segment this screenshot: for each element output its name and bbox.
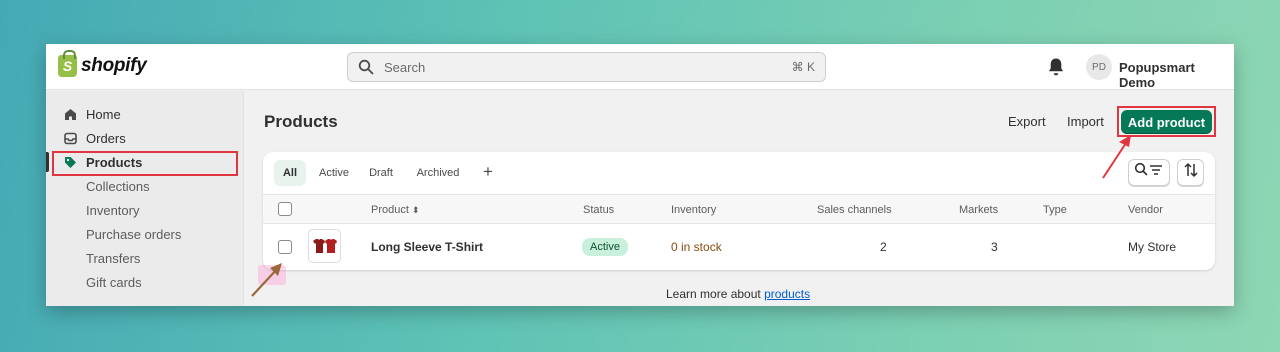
- page-title: Products: [264, 112, 338, 131]
- sidebar-subitem-transfers[interactable]: Transfers: [86, 251, 140, 266]
- learn-more-note: Learn more about products: [666, 287, 810, 301]
- row-checkbox[interactable]: [278, 240, 292, 254]
- sidebar-item-home[interactable]: Home: [64, 104, 121, 124]
- search-icon: [358, 59, 374, 75]
- sort-icon: [1183, 162, 1198, 183]
- column-markets: Markets: [959, 204, 999, 216]
- active-indicator: [46, 152, 49, 172]
- highlight-mark: [258, 265, 286, 285]
- column-status: Status: [583, 204, 615, 216]
- tab-archived[interactable]: Archived: [413, 160, 463, 186]
- column-sales-channels: Sales channels: [817, 204, 892, 216]
- product-thumbnail: [308, 229, 341, 263]
- avatar[interactable]: PD: [1086, 54, 1112, 80]
- sales-channels-value: 2: [880, 240, 887, 254]
- select-all-checkbox[interactable]: [278, 202, 292, 216]
- products-highlight-box: [52, 151, 238, 176]
- search-bar[interactable]: Search ⌘ K: [347, 52, 826, 82]
- markets-value: 3: [991, 240, 998, 254]
- inventory-value: 0 in stock: [671, 240, 722, 254]
- shopify-admin-window: S shopify Search ⌘ K PD Popupsmart Demo …: [46, 44, 1234, 306]
- home-icon: [64, 108, 77, 121]
- table-header: Product ⬍ Status Inventory Sales channel…: [263, 194, 1215, 224]
- sidebar-subitem-gift-cards[interactable]: Gift cards: [86, 275, 142, 290]
- store-name[interactable]: Popupsmart Demo: [1119, 60, 1234, 90]
- shopify-logo[interactable]: S shopify: [58, 50, 147, 77]
- table-row[interactable]: Long Sleeve T-Shirt Active 0 in stock 2 …: [263, 224, 1215, 270]
- inbox-icon: [64, 132, 77, 145]
- sort-caret-icon: ⬍: [411, 205, 420, 215]
- learn-more-text: Learn more about: [666, 287, 765, 301]
- brand-name: shopify: [81, 55, 147, 76]
- sort-button[interactable]: [1177, 159, 1204, 186]
- search-placeholder: Search: [384, 59, 426, 75]
- vendor-value: My Store: [1128, 240, 1177, 254]
- column-label: Product: [371, 204, 409, 216]
- sidebar-item-label: Home: [86, 106, 121, 122]
- products-link[interactable]: products: [764, 287, 810, 301]
- import-button[interactable]: Import: [1067, 114, 1104, 129]
- sidebar-subitem-inventory[interactable]: Inventory: [86, 203, 139, 218]
- add-view-icon[interactable]: +: [483, 162, 493, 182]
- tab-active[interactable]: Active: [313, 160, 355, 186]
- export-button[interactable]: Export: [1008, 114, 1046, 129]
- status-badge: Active: [582, 238, 628, 256]
- column-vendor: Vendor: [1128, 204, 1163, 216]
- column-product[interactable]: Product ⬍: [371, 204, 420, 216]
- bell-icon[interactable]: [1047, 57, 1065, 77]
- add-product-button[interactable]: Add product: [1121, 110, 1212, 134]
- column-type: Type: [1043, 204, 1067, 216]
- shopping-bag-icon: S: [58, 50, 77, 77]
- search-shortcut: ⌘ K: [791, 60, 815, 74]
- product-name[interactable]: Long Sleeve T-Shirt: [371, 240, 483, 254]
- sidebar-item-label: Orders: [86, 130, 126, 146]
- sidebar-item-orders[interactable]: Orders: [64, 128, 126, 148]
- sidebar-subitem-collections[interactable]: Collections: [86, 179, 150, 194]
- sidebar: Home Orders Products Collections Invento…: [46, 91, 244, 306]
- tab-draft[interactable]: Draft: [365, 160, 397, 186]
- column-inventory: Inventory: [671, 204, 717, 216]
- search-filter-icon: [1134, 162, 1164, 183]
- sidebar-subitem-purchase-orders[interactable]: Purchase orders: [86, 227, 181, 242]
- top-bar: S shopify Search ⌘ K PD Popupsmart Demo: [46, 44, 1234, 90]
- products-card: All Active Draft Archived + Product ⬍ St…: [263, 152, 1215, 270]
- tab-all[interactable]: All: [274, 160, 306, 186]
- search-filter-button[interactable]: [1128, 159, 1170, 186]
